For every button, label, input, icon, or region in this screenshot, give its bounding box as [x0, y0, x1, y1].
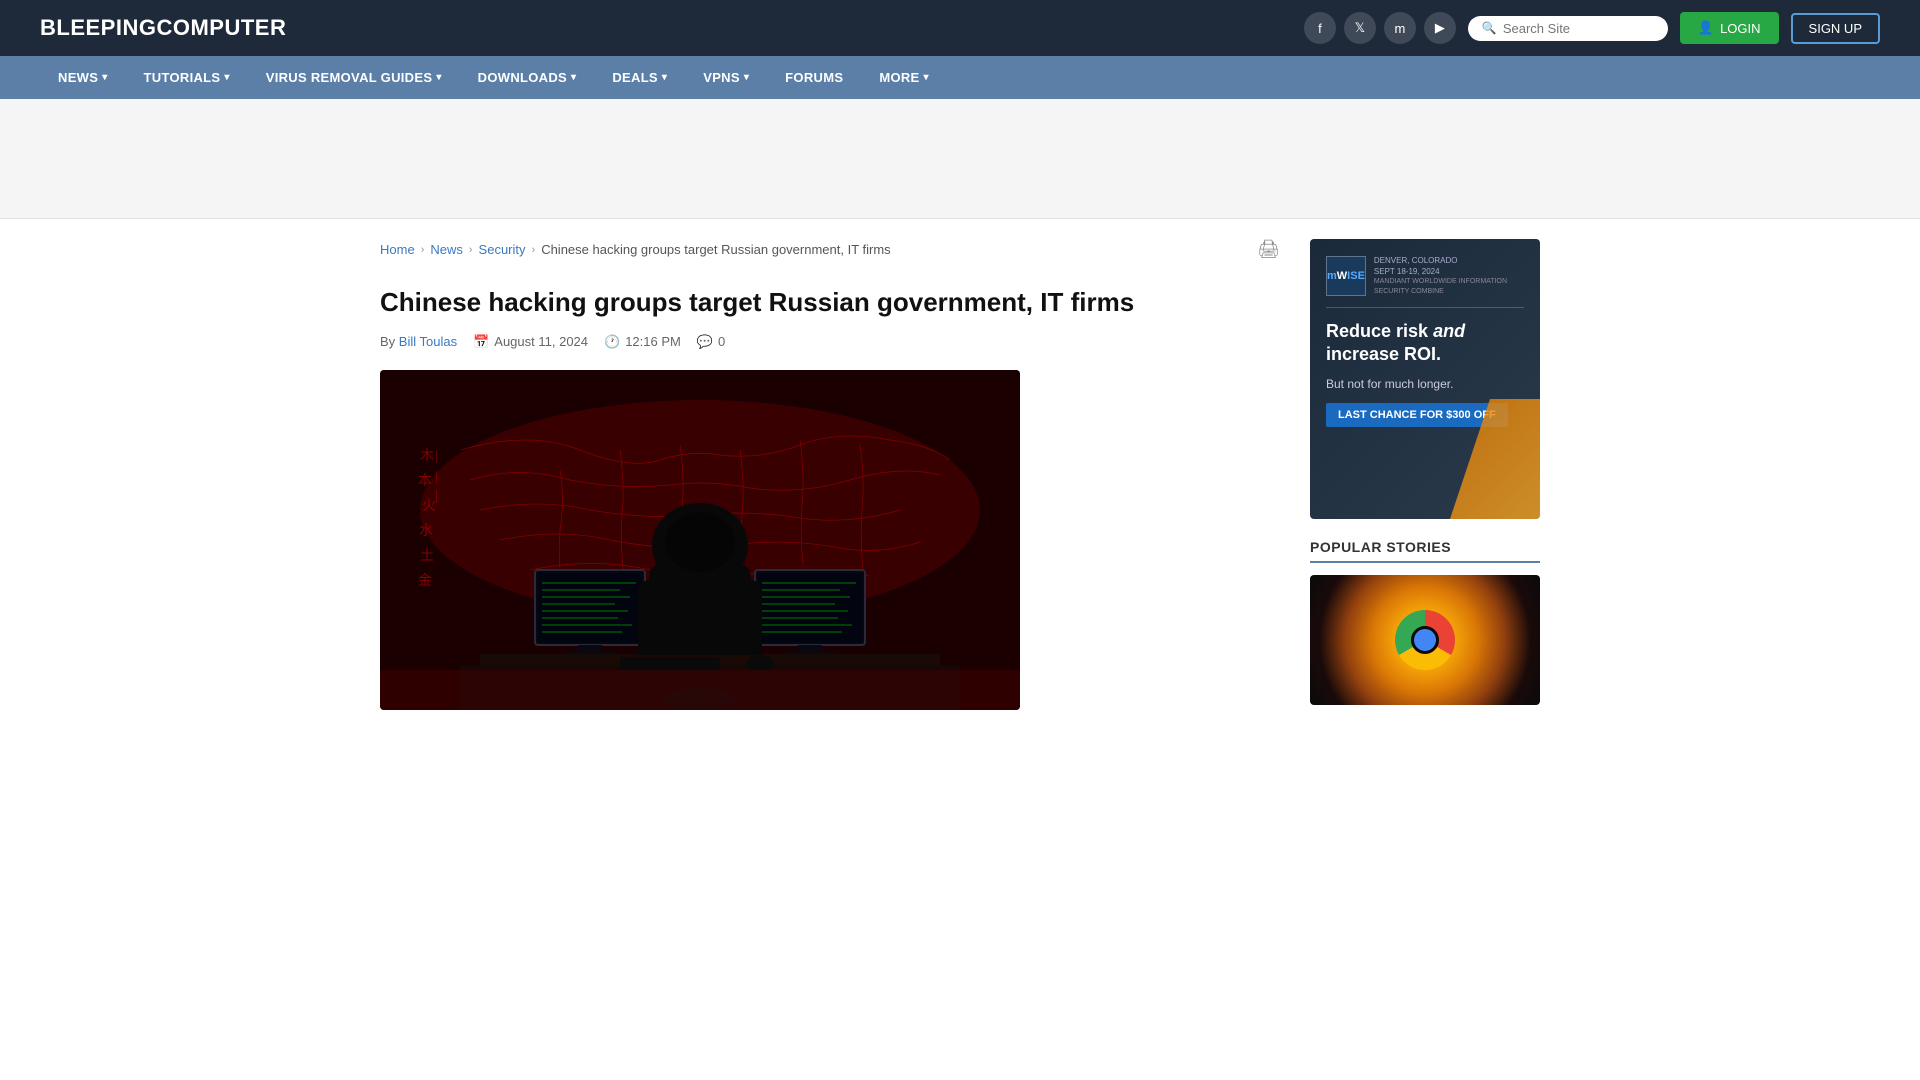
main-nav: NEWS ▾ TUTORIALS ▾ VIRUS REMOVAL GUIDES …: [0, 56, 1920, 99]
breadcrumb-sep: ›: [421, 244, 425, 256]
svg-text:金: 金: [418, 573, 432, 589]
svg-text:水: 水: [419, 523, 433, 539]
youtube-icon[interactable]: ▶: [1424, 12, 1456, 44]
chevron-down-icon: ▾: [571, 72, 576, 83]
chevron-down-icon: ▾: [744, 72, 749, 83]
social-icons: f 𝕏 m ▶: [1304, 12, 1456, 44]
article-author: By Bill Toulas: [380, 334, 457, 349]
header-right: f 𝕏 m ▶ 🔍 👤 LOGIN SIGN UP: [1304, 12, 1880, 44]
breadcrumb-home[interactable]: Home: [380, 242, 415, 257]
search-box[interactable]: 🔍: [1468, 16, 1668, 41]
sidebar-ad[interactable]: mWISE DENVER, COLORADO SEPT 18-19, 2024 …: [1310, 239, 1540, 519]
chevron-down-icon: ▾: [662, 72, 667, 83]
ad-banner-top: [0, 99, 1920, 219]
ad-location: DENVER, COLORADO SEPT 18-19, 2024 MANDIA…: [1374, 255, 1524, 297]
ad-sub: But not for much longer.: [1326, 377, 1524, 391]
main-container: Home › News › Security › Chinese hacking…: [360, 219, 1560, 730]
calendar-icon: 📅: [473, 334, 489, 350]
article-title: Chinese hacking groups target Russian go…: [380, 286, 1280, 320]
svg-text:木: 木: [420, 448, 434, 464]
signup-button[interactable]: SIGN UP: [1791, 13, 1880, 44]
logo-plain: BLEEPING: [40, 15, 156, 40]
nav-item-news[interactable]: NEWS ▾: [40, 56, 126, 99]
breadcrumb-news[interactable]: News: [430, 242, 463, 257]
twitter-icon[interactable]: 𝕏: [1344, 12, 1376, 44]
svg-text:土: 土: [420, 548, 434, 564]
search-icon: 🔍: [1482, 21, 1497, 35]
chevron-down-icon: ▾: [224, 72, 229, 83]
ad-logo: mWISE: [1326, 256, 1366, 296]
breadcrumb-security[interactable]: Security: [479, 242, 526, 257]
article-hero-image: 木 本 火 水 土 金 | | |: [380, 370, 1020, 710]
sidebar: mWISE DENVER, COLORADO SEPT 18-19, 2024 …: [1310, 239, 1540, 710]
nav-item-more[interactable]: MORE ▾: [861, 56, 947, 99]
article-date: 📅 August 11, 2024: [473, 334, 588, 350]
svg-text:本: 本: [418, 473, 432, 489]
nav-item-deals[interactable]: DEALS ▾: [594, 56, 685, 99]
nav-item-tutorials[interactable]: TUTORIALS ▾: [126, 56, 248, 99]
breadcrumb-sep: ›: [532, 244, 536, 256]
breadcrumb: Home › News › Security › Chinese hacking…: [380, 239, 1280, 270]
nav-item-forums[interactable]: FORUMS: [767, 56, 861, 99]
popular-stories: POPULAR STORIES: [1310, 539, 1540, 705]
breadcrumb-current: Chinese hacking groups target Russian go…: [541, 242, 890, 257]
login-button[interactable]: 👤 LOGIN: [1680, 12, 1779, 44]
article-comments[interactable]: 💬 0: [697, 334, 725, 350]
site-logo[interactable]: BLEEPINGCOMPUTER: [40, 15, 286, 41]
user-icon: 👤: [1698, 20, 1714, 36]
svg-text:|: |: [435, 449, 438, 464]
logo-bold: COMPUTER: [156, 15, 286, 40]
ad-logo-area: mWISE DENVER, COLORADO SEPT 18-19, 2024 …: [1326, 255, 1524, 308]
mastodon-icon[interactable]: m: [1384, 12, 1416, 44]
svg-text:|: |: [435, 489, 438, 504]
chevron-down-icon: ▾: [436, 72, 441, 83]
clock-icon: 🕐: [604, 334, 620, 350]
article-time: 🕐 12:16 PM: [604, 334, 681, 350]
comment-icon: 💬: [697, 334, 713, 350]
content-area: Home › News › Security › Chinese hacking…: [380, 239, 1280, 710]
breadcrumb-sep: ›: [469, 244, 473, 256]
article-meta: By Bill Toulas 📅 August 11, 2024 🕐 12:16…: [380, 334, 1280, 350]
chrome-logo: [1395, 610, 1455, 670]
nav-item-vpns[interactable]: VPNS ▾: [685, 56, 767, 99]
ad-headline: Reduce risk and increase ROI.: [1326, 320, 1524, 367]
search-input[interactable]: [1503, 21, 1654, 36]
site-header: BLEEPINGCOMPUTER f 𝕏 m ▶ 🔍 👤 LOGIN SIGN …: [0, 0, 1920, 56]
hero-svg: 木 本 火 水 土 金 | | |: [380, 370, 1020, 710]
popular-stories-title: POPULAR STORIES: [1310, 539, 1540, 563]
svg-text:|: |: [435, 469, 438, 484]
author-link[interactable]: Bill Toulas: [399, 334, 457, 349]
svg-text:火: 火: [422, 499, 436, 514]
nav-item-downloads[interactable]: DOWNLOADS ▾: [460, 56, 595, 99]
facebook-icon[interactable]: f: [1304, 12, 1336, 44]
popular-story-image[interactable]: [1310, 575, 1540, 705]
chevron-down-icon: ▾: [102, 72, 107, 83]
print-icon[interactable]: 🖨: [1257, 239, 1280, 260]
nav-item-virus-removal[interactable]: VIRUS REMOVAL GUIDES ▾: [248, 56, 460, 99]
ad-cta-button[interactable]: LAST CHANCE FOR $300 OFF: [1326, 403, 1508, 427]
chevron-down-icon: ▾: [924, 72, 929, 83]
